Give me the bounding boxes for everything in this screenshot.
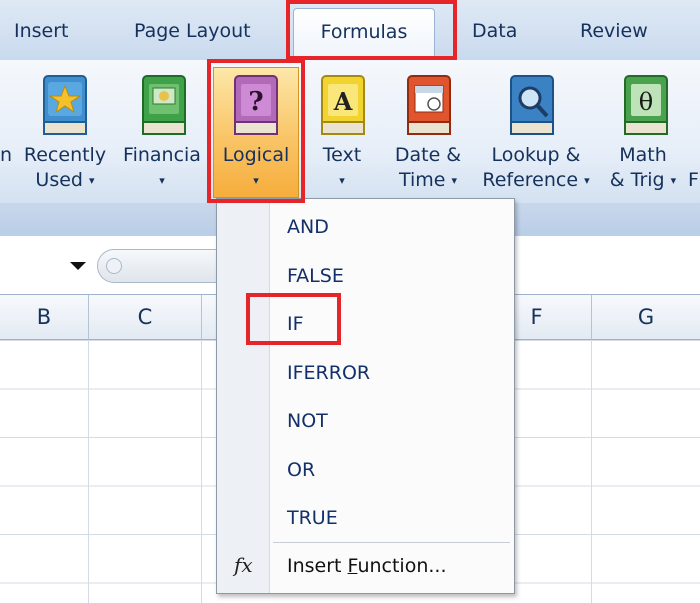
if-item-highlight [246, 293, 341, 345]
name-box-dropdown-icon[interactable] [70, 262, 86, 270]
insert-function-icon: fx [234, 553, 253, 577]
tab-page-layout[interactable]: Page Layout [134, 20, 251, 42]
insert-function-prefix: Insert [287, 555, 348, 577]
svg-text:A: A [333, 87, 353, 116]
menu-item-and[interactable]: AND [287, 216, 329, 238]
math-trig-label-2: & Trig [609, 169, 665, 191]
menu-separator [273, 542, 510, 543]
lookup-reference-label-2: Reference [482, 169, 579, 191]
chevron-down-icon: ▾ [584, 174, 590, 187]
insert-function-rest: unction... [357, 555, 447, 577]
gridline [88, 340, 89, 603]
text-book-icon: A [321, 75, 365, 135]
math-trig-book-icon: θ [624, 75, 668, 135]
expander-knob-icon [106, 258, 122, 274]
date-time-book-icon [407, 75, 451, 135]
recently-used-label-2: Used [35, 169, 83, 191]
chevron-down-icon: ▾ [159, 174, 165, 187]
math-trig-button[interactable]: Math & Trig ▾ [602, 143, 684, 193]
date-time-button[interactable]: Date & Time ▾ [386, 143, 470, 193]
formulas-tab-highlight [286, 0, 457, 60]
lookup-reference-button[interactable]: Lookup & Reference ▾ [474, 143, 598, 193]
partial-button-left[interactable]: n [0, 143, 12, 168]
menu-item-not[interactable]: NOT [287, 410, 328, 432]
recently-used-button[interactable]: Recently Used ▾ [20, 143, 110, 193]
tab-insert[interactable]: Insert [14, 20, 69, 42]
recently-used-label-1: Recently [23, 144, 107, 166]
chevron-down-icon: ▾ [451, 174, 458, 187]
gridline [201, 340, 202, 603]
partial-left-label: n [0, 144, 13, 166]
svg-text:θ: θ [639, 88, 653, 116]
financial-label: Financia [123, 144, 201, 166]
date-time-label-2: Time [398, 169, 446, 191]
menu-item-insert-function[interactable]: Insert Function... [287, 555, 446, 577]
insert-function-accelerator: F [347, 555, 358, 577]
logical-functions-menu: AND FALSE IF IFERROR NOT OR TRUE fx Inse… [216, 198, 515, 594]
financial-book-icon [142, 75, 186, 135]
chevron-down-icon: ▾ [89, 174, 95, 187]
date-time-label-1: Date & [394, 144, 462, 166]
logical-button-red-highlight [207, 59, 305, 203]
column-header-c[interactable]: C [89, 295, 202, 340]
partial-button-right[interactable]: F [688, 168, 699, 193]
tab-review[interactable]: Review [580, 20, 648, 42]
chevron-down-icon: ▾ [339, 174, 345, 187]
chevron-down-icon: ▾ [670, 174, 677, 187]
recently-used-book-icon [43, 75, 87, 135]
financial-button[interactable]: Financia ▾ [116, 143, 208, 193]
lookup-reference-label-1: Lookup & [491, 144, 581, 166]
tab-data[interactable]: Data [472, 20, 517, 42]
math-trig-label-1: Math [619, 144, 667, 166]
text-button[interactable]: Text ▾ [310, 143, 374, 193]
gridline [591, 340, 592, 603]
text-label: Text [322, 144, 362, 166]
partial-right-label: F [688, 169, 699, 191]
menu-item-false[interactable]: FALSE [287, 265, 344, 287]
menu-item-or[interactable]: OR [287, 459, 315, 481]
menu-item-true[interactable]: TRUE [287, 507, 338, 529]
menu-item-iferror[interactable]: IFERROR [287, 362, 370, 384]
column-header-b[interactable]: B [0, 295, 89, 340]
menu-icon-gutter [217, 199, 270, 593]
column-header-g[interactable]: G [592, 295, 700, 340]
lookup-reference-book-icon [510, 75, 554, 135]
